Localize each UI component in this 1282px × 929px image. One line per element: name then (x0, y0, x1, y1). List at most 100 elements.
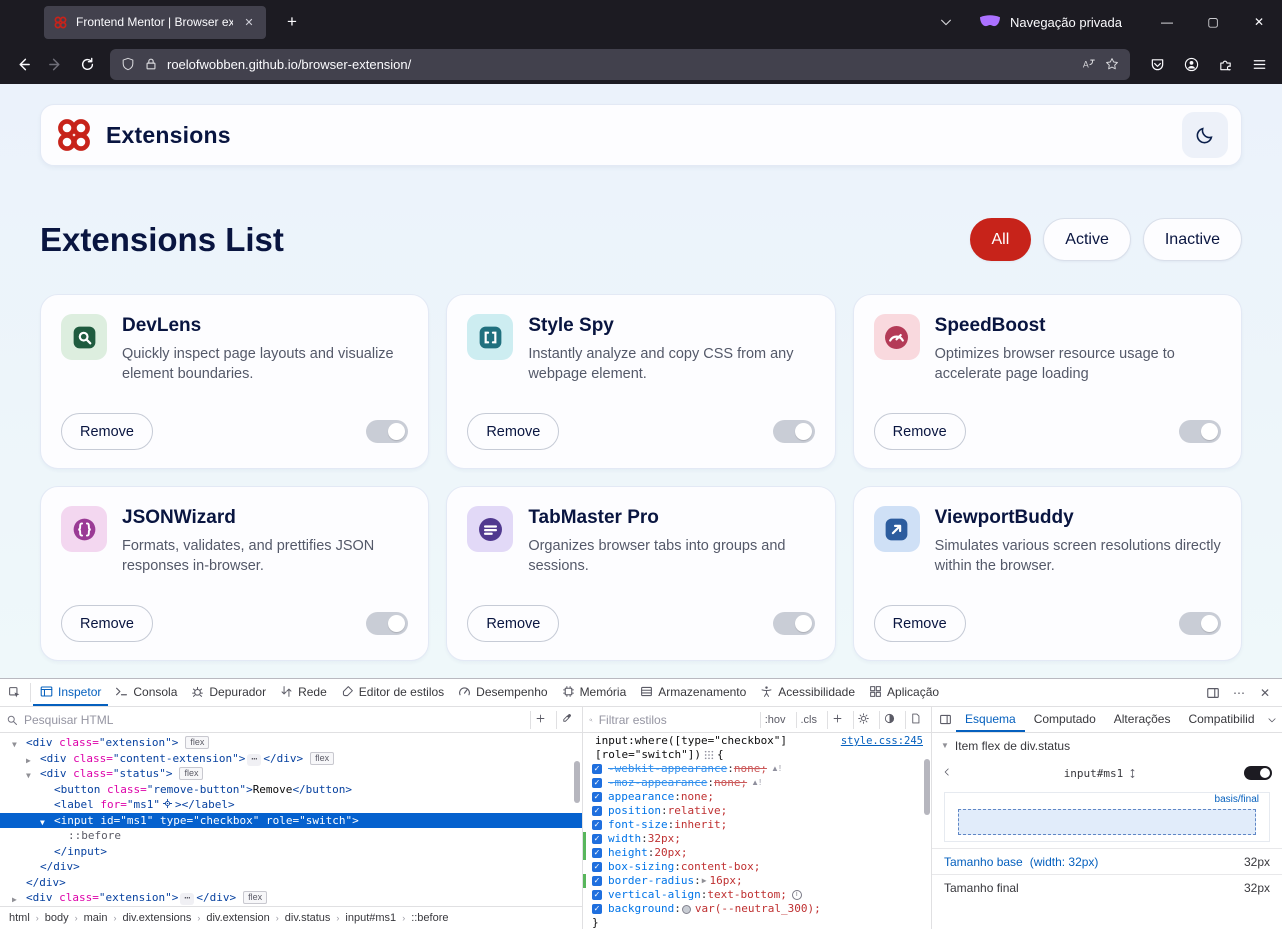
theme-toggle-button[interactable] (1182, 112, 1228, 158)
breadcrumb-item[interactable]: div.status (282, 911, 334, 925)
flex-highlight-toggle[interactable] (1244, 766, 1272, 780)
sidebar-tab-alterações[interactable]: Alterações (1105, 707, 1180, 732)
sidebar-tab-esquema[interactable]: Esquema (956, 707, 1025, 732)
breadcrumb-item[interactable]: html (6, 911, 33, 925)
css-declaration[interactable]: ✓ border-radius: ▶ 16px; (583, 874, 931, 888)
bookmark-star-icon[interactable] (1105, 57, 1119, 71)
flex-item-selector[interactable]: input#ms1 (958, 767, 1244, 780)
class-toggle-button[interactable]: .cls (795, 711, 822, 728)
chevron-left-icon[interactable] (942, 766, 958, 780)
add-node-button[interactable] (530, 710, 550, 729)
extension-toggle[interactable] (366, 612, 409, 635)
translate-icon[interactable]: A (1082, 57, 1096, 71)
markup-node[interactable]: ▶ <div class="content-extension"> ⋯ </div> f… (0, 751, 582, 767)
declaration-checkbox[interactable]: ✓ (592, 890, 602, 900)
declaration-checkbox[interactable]: ✓ (592, 806, 602, 816)
declaration-checkbox[interactable]: ✓ (592, 764, 602, 774)
base-size-label[interactable]: Tamanho base (944, 855, 1023, 869)
devtools-tab-performance[interactable]: Desempenho (451, 679, 554, 706)
css-declaration[interactable]: ✓ height: 20px; (583, 846, 931, 860)
devtools-close-icon[interactable]: ✕ (1252, 681, 1278, 705)
css-declaration[interactable]: ✓ width: 32px; (583, 832, 931, 846)
sidebar-tab-computado[interactable]: Computado (1025, 707, 1105, 732)
devtools-tab-storage[interactable]: Armazenamento (633, 679, 753, 706)
markup-node[interactable]: <button class="remove-button">Remove</bu… (0, 782, 582, 798)
extension-toggle[interactable] (1179, 612, 1221, 635)
eyedropper-icon[interactable] (556, 710, 576, 729)
flex-badge[interactable]: flex (310, 751, 335, 765)
print-sim-icon[interactable] (905, 710, 925, 729)
light-theme-sim-icon[interactable] (853, 710, 873, 729)
devtools-tab-application[interactable]: Aplicação (862, 679, 946, 706)
markup-node[interactable]: <label for="ms1" ></label> (0, 797, 582, 813)
dark-theme-sim-icon[interactable] (879, 710, 899, 729)
extension-toggle[interactable] (1179, 420, 1221, 443)
declaration-checkbox[interactable]: ✓ (592, 862, 602, 872)
markup-node[interactable]: ::before (0, 828, 582, 844)
declaration-checkbox[interactable]: ✓ (592, 834, 602, 844)
color-swatch[interactable] (681, 904, 691, 914)
devtools-tab-accessibility[interactable]: Acessibilidade (753, 679, 862, 706)
css-declaration[interactable]: ✓ font-size: inherit; (583, 818, 931, 832)
menu-hamburger-icon[interactable] (1244, 49, 1274, 79)
sidebar-tab-compatibilid[interactable]: Compatibilid (1179, 707, 1263, 732)
meatball-menu-icon[interactable]: ⋯ (1226, 681, 1252, 705)
breadcrumb-item[interactable]: input#ms1 (342, 911, 399, 925)
markup-node[interactable]: </div> (0, 859, 582, 875)
style-filter-input[interactable] (598, 712, 754, 727)
css-declaration[interactable]: ✓ -webkit-appearance: none; ▲! (583, 762, 931, 776)
filter-active-button[interactable]: Active (1043, 218, 1131, 261)
browser-tab[interactable]: Frontend Mentor | Browser exte ✕ (44, 5, 266, 39)
devtools-tab-debugger[interactable]: Depurador (184, 679, 273, 706)
tab-overflow-chevron-icon[interactable] (1264, 707, 1281, 732)
breadcrumb-item[interactable]: div.extensions (119, 911, 194, 925)
remove-button[interactable]: Remove (873, 605, 966, 642)
tab-close-icon[interactable]: ✕ (241, 16, 257, 29)
new-rule-button[interactable] (827, 710, 847, 729)
remove-button[interactable]: Remove (61, 413, 153, 450)
jump-to-element-icon[interactable] (162, 798, 173, 809)
flex-item-section-header[interactable]: ▼ Item flex de div.status (932, 733, 1282, 758)
remove-button[interactable]: Remove (61, 605, 153, 642)
extension-toggle[interactable] (366, 420, 409, 443)
declaration-checkbox[interactable]: ✓ (592, 848, 602, 858)
window-maximize-button[interactable]: ▢ (1190, 0, 1236, 44)
css-declaration[interactable]: ✓ box-sizing: content-box; (583, 860, 931, 874)
breadcrumb-item[interactable]: ::before (408, 911, 451, 925)
expand-inline-button[interactable]: ⋯ (247, 753, 262, 766)
new-tab-button[interactable]: + (278, 12, 306, 32)
remove-button[interactable]: Remove (467, 605, 560, 642)
tracking-shield-icon[interactable] (121, 57, 135, 71)
css-declaration[interactable]: ✓ appearance: none; (583, 790, 931, 804)
css-declaration[interactable]: ✓ background: var(--neutral_300); (583, 902, 931, 916)
pocket-icon[interactable] (1142, 49, 1172, 79)
html-search-input[interactable] (24, 712, 524, 727)
sidebar-toggle-icon[interactable] (934, 707, 956, 732)
flex-badge[interactable]: flex (185, 736, 210, 749)
flex-badge[interactable]: flex (179, 767, 204, 780)
reload-button[interactable] (72, 49, 102, 79)
lock-icon[interactable] (144, 57, 158, 71)
rule-source-link[interactable]: style.css:245 (841, 734, 923, 748)
breadcrumb-item[interactable]: main (81, 911, 111, 925)
declaration-checkbox[interactable]: ✓ (592, 904, 602, 914)
css-declaration[interactable]: ✓ position: relative; (583, 804, 931, 818)
filter-inactive-button[interactable]: Inactive (1142, 218, 1242, 261)
css-declaration[interactable]: ✓ vertical-align: text-bottom; i (583, 888, 931, 902)
expand-longhand-icon[interactable]: ▶ (702, 874, 707, 888)
devtools-tab-inspector[interactable]: Inspetor (33, 679, 109, 706)
markup-node[interactable]: ▼ <div class="extension"> flex (0, 735, 582, 751)
extension-toggle[interactable] (772, 420, 815, 443)
breadcrumb-item[interactable]: div.extension (203, 911, 272, 925)
url-bar[interactable]: roelofwobben.github.io/browser-extension… (110, 48, 1130, 80)
selector-highlighter-icon[interactable] (704, 750, 714, 760)
dock-side-icon[interactable] (1200, 681, 1226, 705)
window-close-button[interactable]: ✕ (1236, 0, 1282, 44)
remove-button[interactable]: Remove (467, 413, 560, 450)
css-declaration[interactable]: ✓ -moz-appearance: none; ▲! (583, 776, 931, 790)
markup-node[interactable]: ▼ <div class="status"> flex (0, 766, 582, 782)
remove-button[interactable]: Remove (873, 413, 966, 450)
devtools-tab-console[interactable]: Consola (108, 679, 184, 706)
filter-all-button[interactable]: All (969, 218, 1032, 261)
info-icon[interactable]: i (791, 890, 802, 900)
